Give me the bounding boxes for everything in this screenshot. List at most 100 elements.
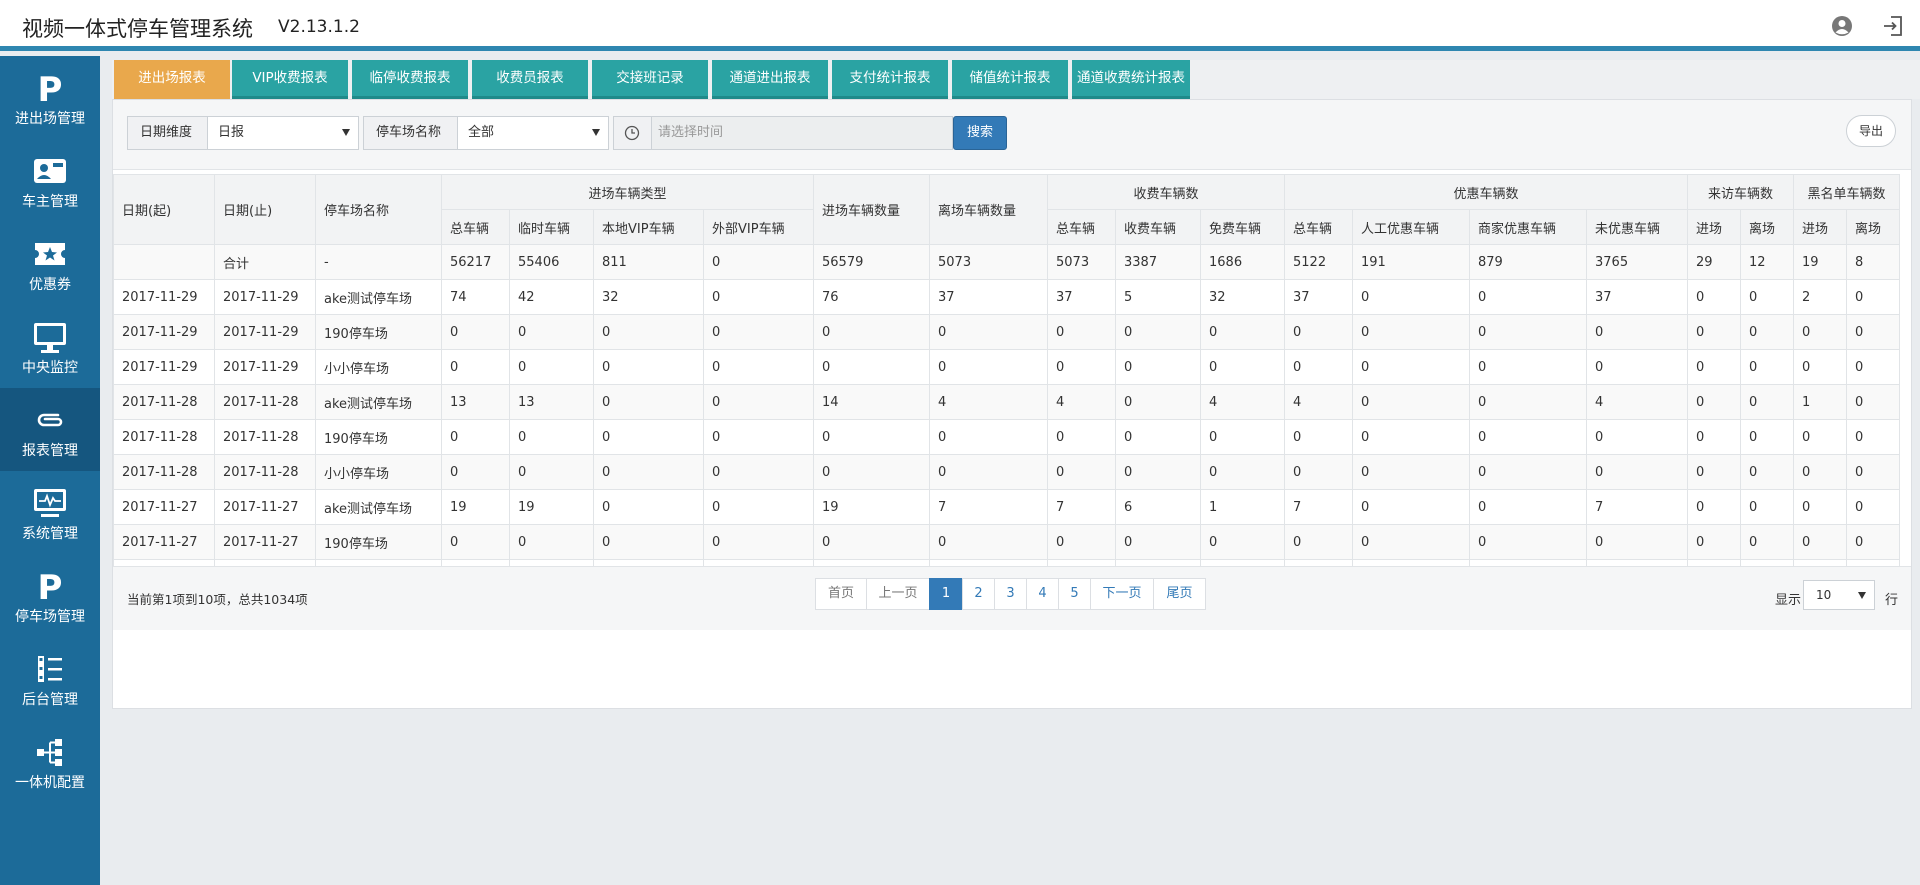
table-cell: 2017-11-27 [214,524,316,560]
subheader-cell[interactable]: 本地VIP车辆 [593,209,704,245]
subheader-cell[interactable]: 未优惠车辆 [1586,209,1688,245]
app-title: 视频一体式停车管理系统 [22,17,253,41]
table-cell: 0 [1740,419,1794,455]
sidebar-item-monitor[interactable]: 中央监控 [0,305,100,388]
subheader-cell[interactable]: 人工优惠车辆 [1352,209,1470,245]
next-page-button[interactable]: 下一页 [1090,578,1154,610]
ticket-icon [35,243,65,265]
tab-cashier-report[interactable]: 收费员报表 [472,60,588,99]
col-date-to[interactable]: 日期(止) [214,174,316,245]
table-cell: 0 [703,489,814,525]
user-circle-icon[interactable] [1831,15,1853,37]
parking-lot-select[interactable]: 停车场名称 全部 [363,116,609,150]
table-cell: 2017-11-29 [214,349,316,385]
table-cell: 0 [813,349,930,385]
subheader-cell[interactable]: 商家优惠车辆 [1469,209,1587,245]
subheader-cell[interactable]: 离场 [1846,209,1900,245]
table-cell: 0 [1793,314,1847,350]
table-cell: 0 [1352,454,1470,490]
subheader-cell[interactable]: 进场 [1687,209,1741,245]
sidebar-item-system[interactable]: 系统管理 [0,471,100,554]
first-page-button[interactable]: 首页 [815,578,867,610]
page-4-button[interactable]: 4 [1026,578,1059,610]
tab-entry-exit-report[interactable]: 进出场报表 [114,60,230,99]
subheader-cell[interactable]: 总车辆 [1047,209,1116,245]
col-group-blacklist: 黑名单车辆数 [1793,174,1900,210]
sidebar-item-owner[interactable]: 车主管理 [0,139,100,222]
tab-vip-charge-report[interactable]: VIP收费报表 [232,60,348,99]
time-range-field[interactable]: 请选择时间 [613,116,953,150]
table-cell: 0 [1352,419,1470,455]
col-exit-count[interactable]: 离场车辆数量 [929,174,1048,245]
sidebar-item-entry-exit[interactable]: P 进出场管理 [0,56,100,139]
page-2-button[interactable]: 2 [962,578,995,610]
table-cell: 0 [1846,419,1900,455]
table-cell: 2017-11-29 [214,279,316,315]
table-cell: 2017-11-27 [113,524,215,560]
table-cell: 0 [813,454,930,490]
table-cell: 2017-11-29 [113,279,215,315]
page-size-select[interactable]: 10 [1803,580,1875,610]
sidebar-item-parking-lot[interactable]: P 停车场管理 [0,554,100,637]
tab-stored-value-report[interactable]: 储值统计报表 [952,60,1068,99]
subheader-cell[interactable]: 总车辆 [441,209,510,245]
tab-payment-report[interactable]: 支付统计报表 [832,60,948,99]
col-date-from[interactable]: 日期(起) [113,174,215,245]
table-cell: 0 [1284,314,1353,350]
table-cell: 0 [441,524,510,560]
subheader-cell[interactable]: 离场 [1740,209,1794,245]
table-cell: 0 [1793,419,1847,455]
sidebar-item-reports[interactable]: 报表管理 [0,388,100,471]
last-page-button[interactable]: 尾页 [1153,578,1206,610]
sidebar-item-coupon[interactable]: 优惠券 [0,222,100,305]
table-cell: 小小停车场 [315,349,442,385]
table-cell: 2017-11-28 [214,419,316,455]
time-input[interactable]: 请选择时间 [652,117,952,149]
report-tabs: 进出场报表 VIP收费报表 临停收费报表 收费员报表 交接班记录 通道进出报表 … [112,60,1920,99]
subheader-cell[interactable]: 免费车辆 [1200,209,1285,245]
page-1-button[interactable]: 1 [929,578,963,610]
table-cell: 7 [1047,489,1116,525]
report-panel: 日期维度 日报 停车场名称 全部 请选择时间 搜索 导出 日期(起) 日期(止)… [112,99,1912,709]
tab-shift-handover[interactable]: 交接班记录 [592,60,708,99]
table-cell: 0 [1740,384,1794,420]
page-5-button[interactable]: 5 [1058,578,1091,610]
prev-page-button[interactable]: 上一页 [866,578,930,610]
sidebar-item-label: 系统管理 [22,526,78,542]
subheader-cell[interactable]: 进场 [1793,209,1847,245]
svg-text:P: P [38,70,63,106]
col-entry-count[interactable]: 进场车辆数量 [813,174,930,245]
app-header: 视频一体式停车管理系统 V2.13.1.2 [0,0,1920,51]
tab-lane-charge-report[interactable]: 通道收费统计报表 [1072,60,1190,99]
table-cell: 0 [1469,314,1587,350]
sidebar-item-device-config[interactable]: 一体机配置 [0,720,100,803]
date-dimension-select[interactable]: 日期维度 日报 [127,116,359,150]
table-cell: 0 [1846,349,1900,385]
tab-temp-charge-report[interactable]: 临停收费报表 [352,60,468,99]
table-cell: 0 [593,419,704,455]
table-cell: 19 [813,489,930,525]
table-cell: 0 [593,489,704,525]
page-3-button[interactable]: 3 [994,578,1027,610]
export-button[interactable]: 导出 [1846,115,1896,147]
chevron-down-icon [592,129,600,136]
subheader-cell[interactable]: 总车辆 [1284,209,1353,245]
table-cell: 2 [1793,279,1847,315]
table-cell: 0 [1687,454,1741,490]
clock-icon [624,125,640,141]
subheader-cell[interactable]: 外部VIP车辆 [703,209,814,245]
table-cell: 0 [1846,489,1900,525]
search-button[interactable]: 搜索 [953,116,1007,150]
table-cell: ake测试停车场 [315,489,442,525]
table-row: 2017-11-28 2017-11-28 小小停车场 0 0 0 0 0 0 0 0 0 0 0 0 0 0 0… [113,454,1900,490]
logout-icon[interactable] [1882,15,1904,37]
table-cell: 0 [593,384,704,420]
subheader-cell[interactable]: 收费车辆 [1115,209,1201,245]
subheader-cell[interactable]: 临时车辆 [509,209,594,245]
table-cell: 8 [1846,244,1900,280]
col-lot-name[interactable]: 停车场名称 [315,174,442,245]
tab-lane-report[interactable]: 通道进出报表 [712,60,828,99]
table-cell: 7 [929,489,1048,525]
sidebar-item-backend[interactable]: 后台管理 [0,637,100,720]
table-cell: 2017-11-29 [113,349,215,385]
